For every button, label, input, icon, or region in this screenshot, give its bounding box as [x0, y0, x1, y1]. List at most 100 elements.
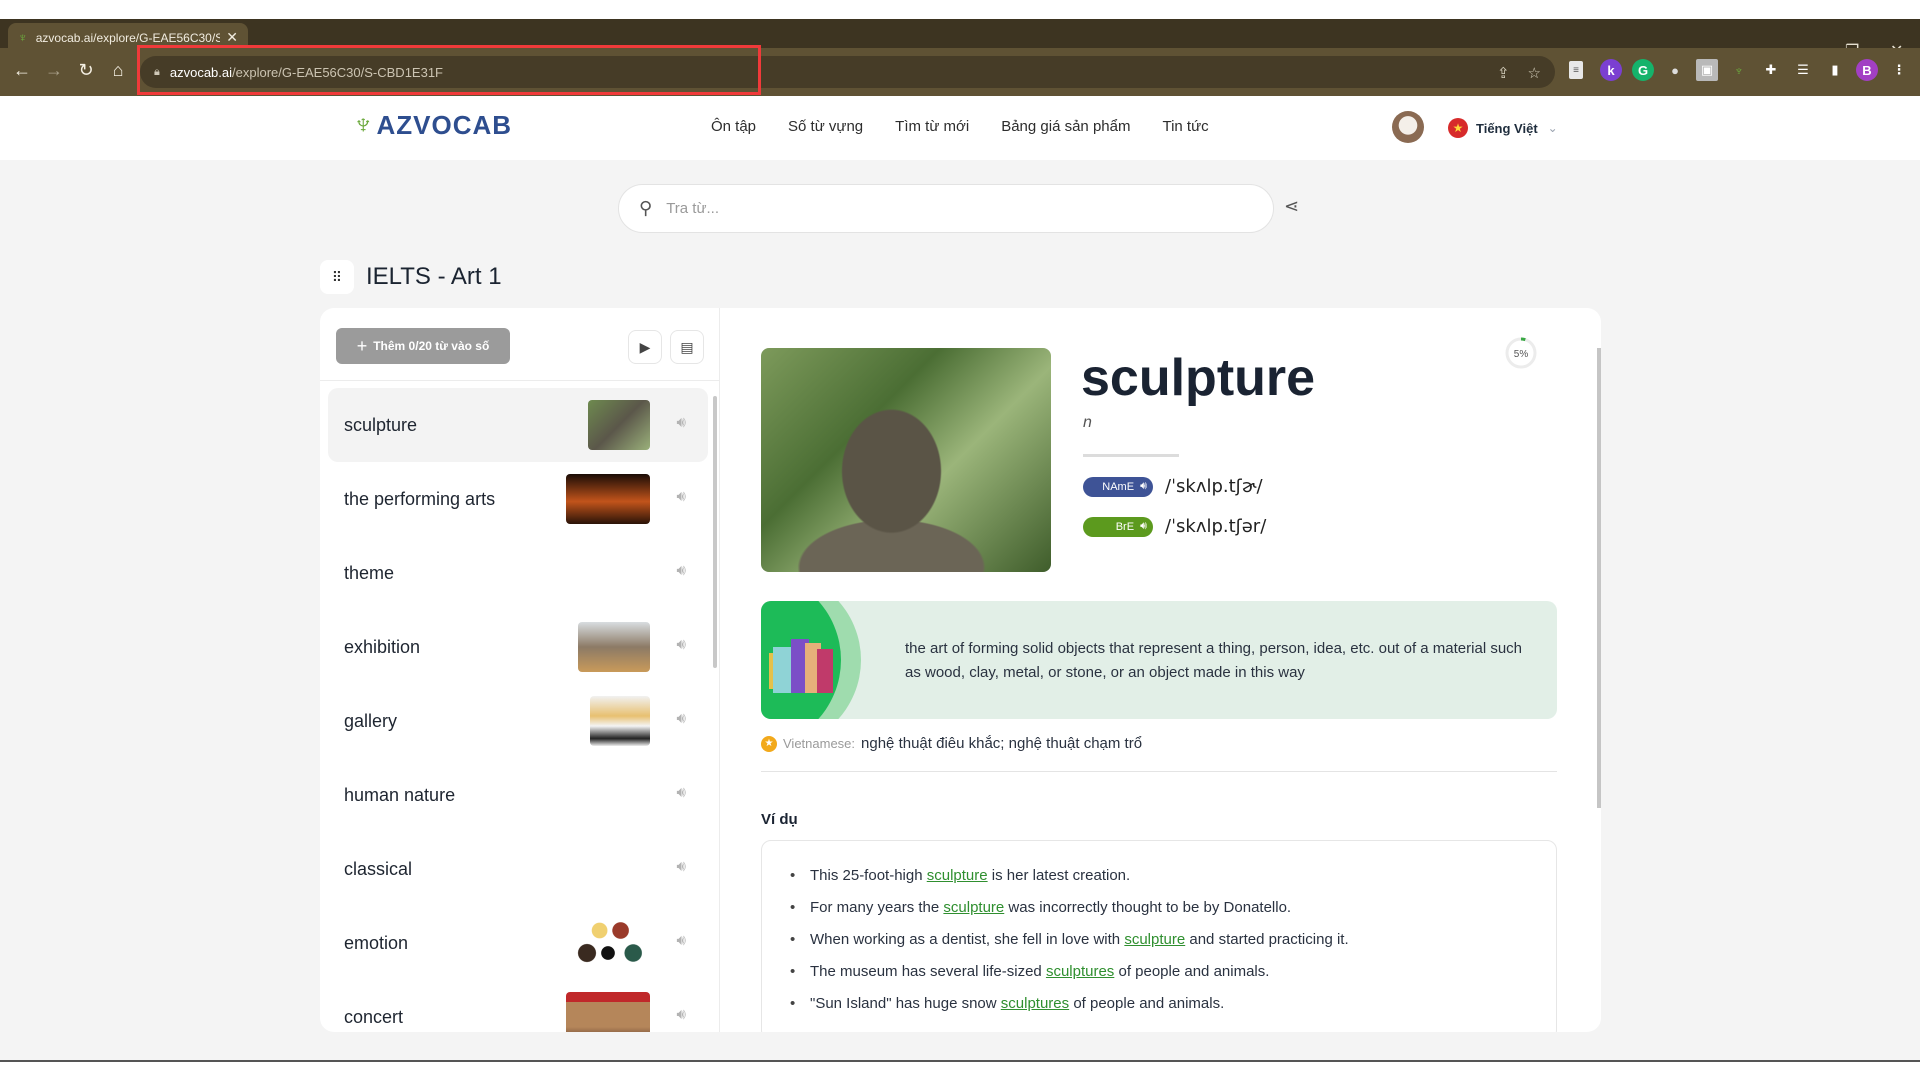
example-word-link[interactable]: sculpture: [1124, 931, 1185, 948]
speaker-icon[interactable]: 🔊︎: [677, 488, 686, 505]
nav-bang-gia[interactable]: Bảng giá sản phẩm: [1001, 118, 1130, 135]
site-header: ♆ AZVOCAB Ôn tập Số từ vựng Tìm từ mới B…: [0, 96, 1920, 160]
word-label: concert: [344, 1006, 404, 1027]
portrait-extension-icon[interactable]: ▣: [1696, 59, 1718, 81]
speaker-icon[interactable]: 🔊︎: [677, 562, 686, 579]
word-list: sculpture 🔊︎ the performing arts 🔊︎ them…: [320, 388, 718, 1032]
forward-button[interactable]: →: [42, 60, 66, 81]
speaker-icon[interactable]: 🔊︎: [677, 1006, 686, 1023]
pronunciation-bre: BrE 🔊︎ /ˈskʌlp.tʃər/: [1083, 516, 1266, 537]
molecule-extension-icon[interactable]: ●: [1664, 59, 1686, 81]
examples-heading: Ví dụ: [761, 811, 798, 828]
word-item-concert[interactable]: concert 🔊︎: [328, 980, 708, 1032]
grid-menu-icon[interactable]: ⠿: [320, 260, 354, 294]
media-control-icon[interactable]: ☰: [1792, 59, 1814, 81]
home-button[interactable]: ⌂: [106, 60, 130, 81]
vietnamese-text: nghệ thuật điêu khắc; nghệ thuật chạm tr…: [861, 735, 1143, 752]
ipa-bre: /ˈskʌlp.tʃər/: [1165, 516, 1267, 537]
bookmark-star-icon[interactable]: ☆: [1528, 64, 1541, 82]
word-label: exhibition: [344, 636, 421, 657]
back-button[interactable]: ←: [10, 60, 34, 81]
azvocab-logo[interactable]: ♆ AZVOCAB: [352, 108, 512, 142]
example-word-link[interactable]: sculpture: [927, 867, 988, 884]
word-item-performing-arts[interactable]: the performing arts 🔊︎: [328, 462, 708, 536]
speaker-icon[interactable]: 🔊︎: [677, 784, 686, 801]
divider: [320, 380, 720, 381]
reading-ext-icon[interactable]: ≡: [1569, 61, 1583, 79]
close-tab-icon[interactable]: ✕: [226, 29, 238, 46]
nav-tin-tuc[interactable]: Tin tức: [1162, 118, 1208, 135]
bre-label: BrE: [1115, 520, 1135, 533]
k-extension-icon[interactable]: k: [1600, 59, 1622, 81]
word-label: theme: [344, 562, 395, 583]
example-text: This 25-foot-high: [810, 867, 927, 884]
divider: [1083, 454, 1179, 457]
detail-scrollbar[interactable]: [1597, 348, 1601, 808]
speaker-icon: 🔊︎: [1140, 520, 1147, 532]
name-audio-button[interactable]: NAmE 🔊︎: [1083, 476, 1153, 497]
nav-on-tap[interactable]: Ôn tập: [711, 118, 756, 135]
ipa-name: /ˈskʌlp.tʃɚ/: [1165, 476, 1263, 497]
word-label: classical: [344, 858, 413, 879]
extensions-puzzle-icon[interactable]: ✚: [1760, 59, 1782, 81]
azvocab-extension-icon[interactable]: ♆: [1728, 59, 1750, 81]
part-of-speech: n: [1083, 414, 1092, 431]
word-item-sculpture[interactable]: sculpture 🔊︎: [328, 388, 708, 462]
reload-button[interactable]: ↻: [74, 60, 98, 81]
url-path: /explore/G-EAE56C30/S-CBD1E31F: [232, 64, 443, 80]
speaker-icon[interactable]: 🔊︎: [677, 710, 686, 727]
speaker-icon[interactable]: 🔊︎: [677, 932, 686, 949]
logo-text: AZVOCAB: [376, 109, 513, 140]
progress-label: 5%: [1514, 349, 1529, 360]
speaker-icon[interactable]: 🔊︎: [677, 858, 686, 875]
nav-so-tu-vung[interactable]: Số từ vựng: [788, 118, 863, 135]
word-thumbnail: [578, 622, 650, 672]
vietnamese-meaning: ★ Vietnamese: nghệ thuật điêu khắc; nghệ…: [761, 735, 1142, 752]
profile-avatar[interactable]: B: [1856, 59, 1878, 81]
side-panel-icon[interactable]: ▮: [1824, 59, 1846, 81]
vocab-card: + Thêm 0/20 từ vào số ▶ ▤ sculpture 🔊︎ th…: [320, 308, 1601, 1032]
word-list-scrollbar[interactable]: [713, 396, 717, 668]
headword: sculpture: [1081, 349, 1316, 407]
word-item-gallery[interactable]: gallery 🔊︎: [328, 684, 708, 758]
word-item-human-nature[interactable]: human nature 🔊︎: [328, 758, 708, 832]
card-stack-button[interactable]: ▤: [670, 330, 704, 364]
share-page-icon[interactable]: ⇪: [1497, 64, 1510, 82]
user-avatar[interactable]: [1392, 111, 1424, 143]
example-word-link[interactable]: sculpture: [943, 899, 1004, 916]
language-selector[interactable]: ★ Tiếng Việt ⌄: [1448, 118, 1558, 138]
speaker-icon[interactable]: 🔊︎: [677, 636, 686, 653]
browser-menu-icon[interactable]: ⋮: [1888, 59, 1910, 81]
word-item-emotion[interactable]: emotion 🔊︎: [328, 906, 708, 980]
chevron-down-icon: ⌄: [1547, 121, 1558, 135]
browser-toolbar: ← → ↻ ⌂ 🔒︎ azvocab.ai/explore/G-EAE56C30…: [0, 48, 1920, 96]
word-label: emotion: [344, 932, 409, 953]
example-item: This 25-foot-high sculpture is her lates…: [790, 865, 1556, 897]
word-thumbnail: [588, 400, 650, 450]
search-icon: ⚲: [639, 198, 653, 218]
browser-tab-strip: ♆ azvocab.ai/explore/G-EAE56C30/S-CBD1E3…: [0, 19, 1920, 61]
word-item-theme[interactable]: theme 🔊︎: [328, 536, 708, 610]
vietnam-flag-icon: ★: [1448, 118, 1468, 138]
bre-audio-button[interactable]: BrE 🔊︎: [1083, 516, 1153, 537]
speaker-icon[interactable]: 🔊︎: [677, 414, 686, 431]
word-list-panel: + Thêm 0/20 từ vào số ▶ ▤ sculpture 🔊︎ th…: [320, 308, 720, 1032]
word-item-exhibition[interactable]: exhibition 🔊︎: [328, 610, 708, 684]
flashcard-play-button[interactable]: ▶: [628, 330, 662, 364]
example-text: The museum has several life-sized: [810, 963, 1046, 980]
word-label: gallery: [344, 710, 398, 731]
grammarly-icon[interactable]: G: [1632, 59, 1654, 81]
search-input[interactable]: [666, 200, 1273, 217]
example-word-link[interactable]: sculptures: [1046, 963, 1114, 980]
search-bar: ⚲: [618, 184, 1274, 233]
example-word-link[interactable]: sculptures: [1001, 995, 1069, 1012]
add-words-button[interactable]: + Thêm 0/20 từ vào số: [336, 328, 510, 364]
example-text: was incorrectly thought to be by Donatel…: [1004, 899, 1292, 916]
word-detail-panel: sculpture n NAmE 🔊︎ /ˈskʌlp.tʃɚ/ BrE 🔊︎ /ˈ…: [721, 308, 1601, 1032]
share-icon[interactable]: ⋖: [1284, 196, 1299, 217]
add-words-label: Thêm 0/20 từ vào số: [373, 339, 490, 353]
nav-tim-tu-moi[interactable]: Tìm từ mới: [895, 118, 969, 135]
star-icon: ★: [761, 735, 777, 752]
address-bar[interactable]: 🔒︎ azvocab.ai/explore/G-EAE56C30/S-CBD1E…: [140, 56, 1555, 88]
word-item-classical[interactable]: classical 🔊︎: [328, 832, 708, 906]
